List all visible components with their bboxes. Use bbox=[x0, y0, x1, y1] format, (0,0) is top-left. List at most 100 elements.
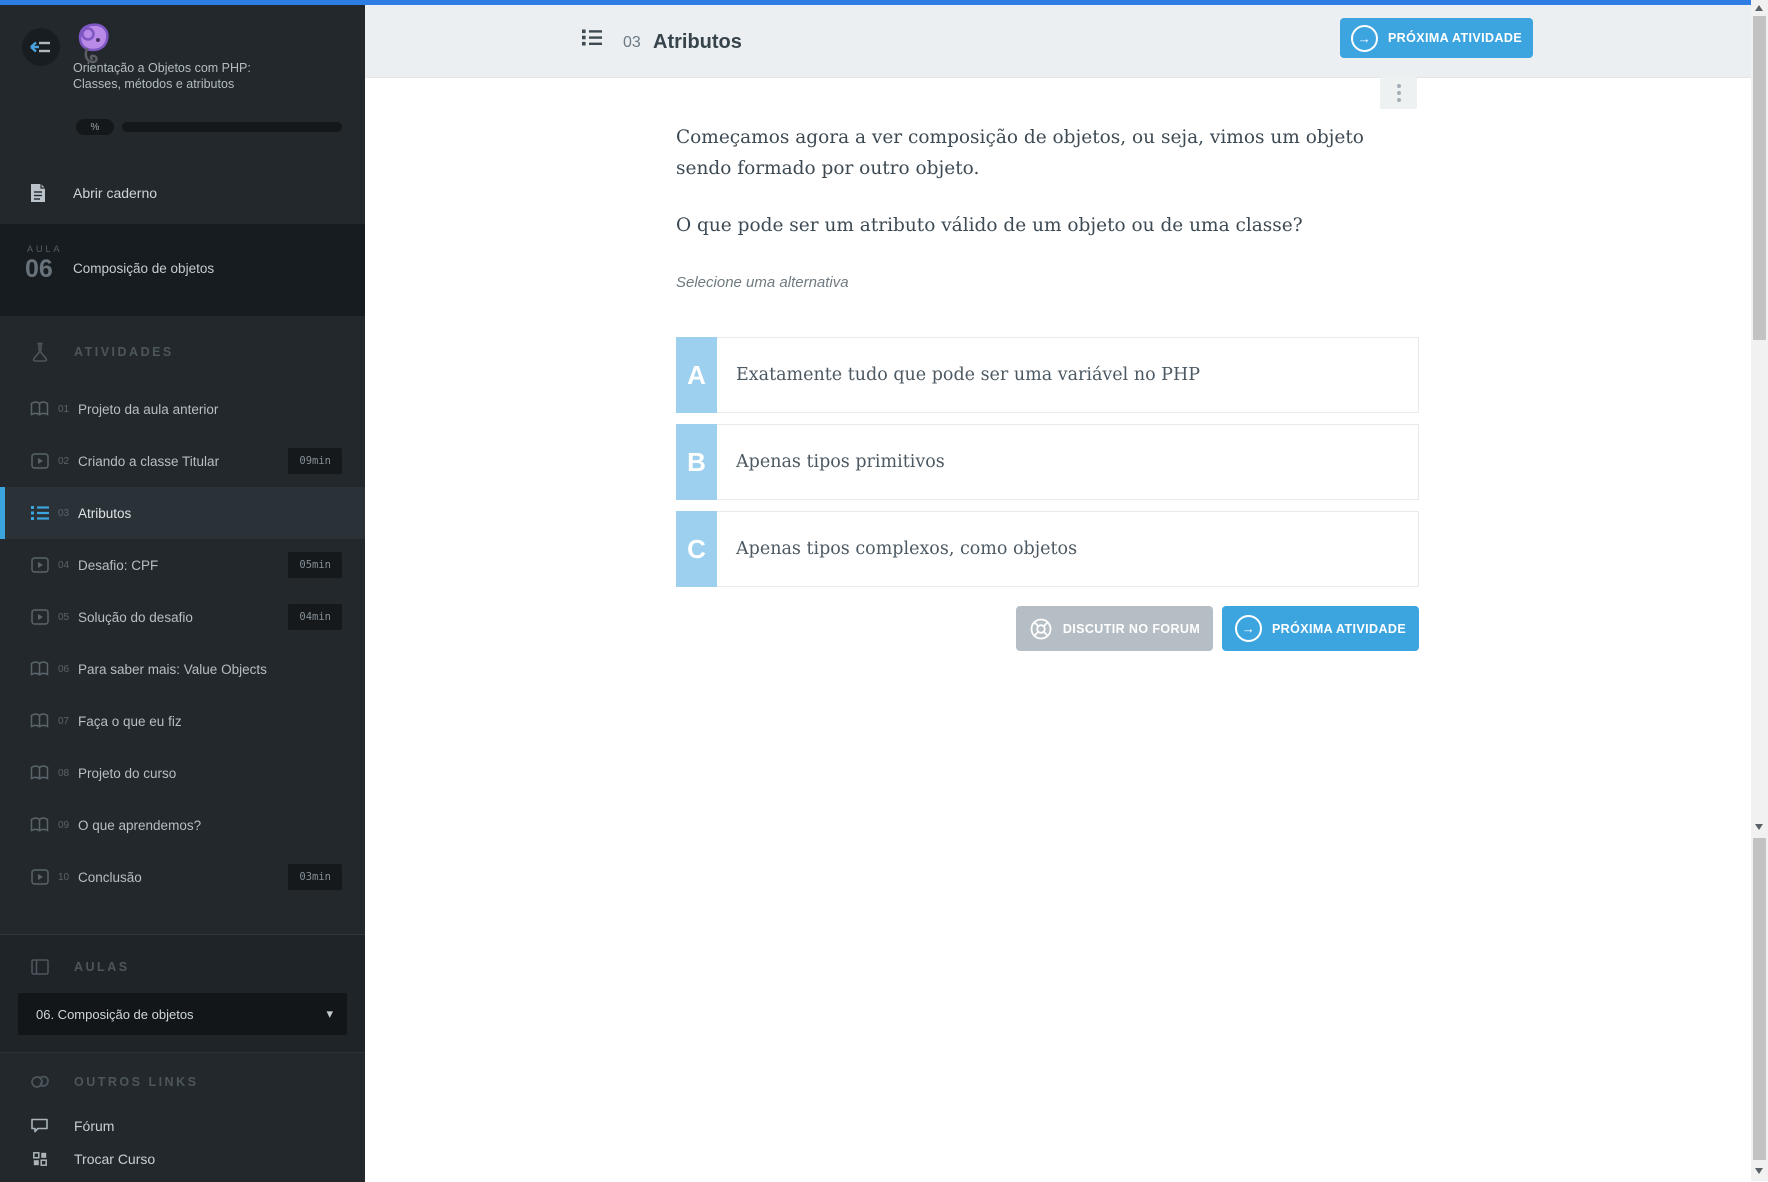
forum-link-label: Fórum bbox=[74, 1117, 115, 1134]
activity-item-03-current[interactable]: 03 Atributos bbox=[0, 487, 365, 539]
arrow-right-circle-icon: → bbox=[1350, 24, 1378, 52]
chat-icon bbox=[31, 1118, 48, 1133]
course-title: Orientação a Objetos com PHP: Classes, m… bbox=[73, 60, 251, 92]
lesson-select-dropdown[interactable]: 06. Composição de objetos ▾ bbox=[18, 993, 347, 1035]
activity-label: Criando a classe Titular bbox=[78, 453, 220, 469]
kebab-dot bbox=[1396, 91, 1401, 95]
grid-icon bbox=[31, 1151, 48, 1166]
course-title-line1: Orientação a Objetos com PHP: bbox=[73, 61, 251, 75]
book-icon bbox=[30, 765, 49, 781]
aulas-header-label: AULAS bbox=[74, 960, 130, 974]
course-title-line2: Classes, métodos e atributos bbox=[73, 77, 235, 91]
notebook-icon bbox=[30, 183, 48, 203]
activity-item-04[interactable]: 04 Desafio: CPF 05min bbox=[0, 539, 365, 591]
open-notebook-label: Abrir caderno bbox=[73, 185, 158, 201]
activity-label: Desafio: CPF bbox=[78, 557, 159, 573]
alternative-c[interactable]: C Apenas tipos complexos, como objetos bbox=[676, 511, 1419, 587]
activity-label: Projeto do curso bbox=[78, 765, 177, 781]
alternative-c-box: Apenas tipos complexos, como objetos bbox=[717, 511, 1419, 587]
activity-item-10[interactable]: 10 Conclusão 03min bbox=[0, 851, 365, 903]
other-links-header-label: OUTROS LINKS bbox=[74, 1075, 199, 1089]
activity-number: 04 bbox=[58, 559, 70, 571]
current-lesson-banner[interactable]: AULA 06 Composição de objetos bbox=[0, 224, 365, 316]
lesson-title: Composição de objetos bbox=[73, 261, 215, 276]
list-icon bbox=[582, 29, 602, 46]
sidebar-course-header: Orientação a Objetos com PHP: Classes, m… bbox=[0, 5, 365, 155]
question-instruction: Selecione uma alternativa bbox=[676, 274, 849, 291]
scrollbar-thumb-inner[interactable] bbox=[1753, 16, 1766, 340]
forum-link[interactable]: Fórum bbox=[0, 1109, 365, 1142]
aulas-section: AULAS 06. Composição de objetos ▾ bbox=[0, 934, 365, 1052]
book-icon bbox=[30, 817, 49, 833]
activity-label: Faça o que eu fiz bbox=[78, 713, 182, 729]
activity-number: 07 bbox=[58, 715, 70, 727]
video-icon bbox=[30, 453, 49, 469]
activity-number: 10 bbox=[58, 871, 70, 883]
activities-section: ATIVIDADES 01 Projeto da aula anterior 0… bbox=[0, 316, 365, 933]
alternative-b[interactable]: B Apenas tipos primitivos bbox=[676, 424, 1419, 500]
alternative-a-box: Exatamente tudo que pode ser uma variáve… bbox=[717, 337, 1419, 413]
activity-label: O que aprendemos? bbox=[78, 817, 202, 833]
course-progress-bar bbox=[122, 122, 342, 132]
book-icon bbox=[30, 713, 49, 729]
activities-header-label: ATIVIDADES bbox=[74, 345, 174, 359]
next-activity-button-bottom[interactable]: → PRÓXIMA ATIVIDADE bbox=[1222, 606, 1419, 651]
question-paragraph-1: Começamos agora a ver composição de obje… bbox=[676, 127, 1364, 179]
chevron-down-icon: ▾ bbox=[326, 1006, 333, 1021]
forum-lifebuoy-icon bbox=[1030, 618, 1052, 639]
activity-label: Atributos bbox=[78, 505, 132, 521]
activity-item-07[interactable]: 07 Faça o que eu fiz bbox=[0, 695, 365, 747]
duration-badge: 04min bbox=[288, 604, 342, 630]
discuss-forum-button[interactable]: DISCUTIR NO FORUM bbox=[1016, 606, 1213, 651]
alternative-c-letter: C bbox=[676, 511, 717, 587]
duration-badge: 03min bbox=[288, 864, 342, 890]
activity-label: Conclusão bbox=[78, 869, 142, 885]
activity-item-09[interactable]: 09 O que aprendemos? bbox=[0, 799, 365, 851]
activity-item-05[interactable]: 05 Solução do desafio 04min bbox=[0, 591, 365, 643]
discuss-forum-button-label: DISCUTIR NO FORUM bbox=[1062, 621, 1201, 636]
activity-item-08[interactable]: 08 Projeto do curso bbox=[0, 747, 365, 799]
alternative-a[interactable]: A Exatamente tudo que pode ser uma variá… bbox=[676, 337, 1419, 413]
scroll-up-arrow-icon[interactable] bbox=[1755, 5, 1763, 11]
other-links-section: OUTROS LINKS Fórum Trocar Curso bbox=[0, 1052, 365, 1182]
collapse-sidebar-button[interactable] bbox=[22, 28, 60, 66]
activity-item-02[interactable]: 02 Criando a classe Titular 09min bbox=[0, 435, 365, 487]
activity-item-01[interactable]: 01 Projeto da aula anterior bbox=[0, 383, 365, 435]
lesson-select-value: 06. Composição de objetos bbox=[36, 1006, 194, 1022]
alternative-a-letter: A bbox=[676, 337, 717, 413]
video-icon bbox=[30, 609, 49, 625]
duration-badge: 09min bbox=[288, 448, 342, 474]
open-notebook-button[interactable]: Abrir caderno bbox=[0, 165, 365, 221]
activities-section-header: ATIVIDADES bbox=[0, 334, 365, 370]
kebab-dot bbox=[1396, 98, 1401, 102]
arrow-right-circle-icon: → bbox=[1234, 615, 1262, 642]
next-activity-button-top[interactable]: → PRÓXIMA ATIVIDADE bbox=[1340, 18, 1533, 58]
question-paragraph-2: O que pode ser um atributo válido de um … bbox=[676, 215, 1303, 236]
alternatives-list: A Exatamente tudo que pode ser uma variá… bbox=[676, 337, 1419, 587]
activity-number: 02 bbox=[58, 455, 70, 467]
video-icon bbox=[30, 557, 49, 573]
alternative-a-text: Exatamente tudo que pode ser uma variáve… bbox=[736, 365, 1200, 385]
link-icon bbox=[30, 1074, 50, 1091]
progress-percent-badge: % bbox=[76, 119, 114, 135]
activity-header: 03 Atributos → PRÓXIMA ATIVIDADE bbox=[365, 5, 1751, 78]
more-options-button[interactable] bbox=[1380, 77, 1417, 109]
activity-number: 03 bbox=[58, 507, 70, 519]
activities-list: 01 Projeto da aula anterior 02 Criando a… bbox=[0, 383, 365, 903]
closed-book-icon bbox=[30, 959, 50, 975]
activity-label: Projeto da aula anterior bbox=[78, 401, 219, 417]
book-icon bbox=[30, 401, 49, 417]
scroll-down-arrow-icon[interactable] bbox=[1755, 824, 1763, 830]
activity-number: 06 bbox=[58, 663, 70, 675]
activity-item-06[interactable]: 06 Para saber mais: Value Objects bbox=[0, 643, 365, 695]
change-course-link-label: Trocar Curso bbox=[74, 1150, 156, 1167]
scroll-down-arrow-icon[interactable] bbox=[1755, 1168, 1763, 1174]
collapse-arrow-icon bbox=[30, 41, 50, 53]
scrollbar[interactable] bbox=[1751, 0, 1768, 1181]
change-course-link[interactable]: Trocar Curso bbox=[0, 1142, 365, 1175]
alternative-b-letter: B bbox=[676, 424, 717, 500]
scrollbar-thumb-outer[interactable] bbox=[1753, 838, 1766, 1160]
question-content: Começamos agora a ver composição de obje… bbox=[676, 100, 1419, 651]
alternative-b-box: Apenas tipos primitivos bbox=[717, 424, 1419, 500]
video-icon bbox=[30, 869, 49, 885]
